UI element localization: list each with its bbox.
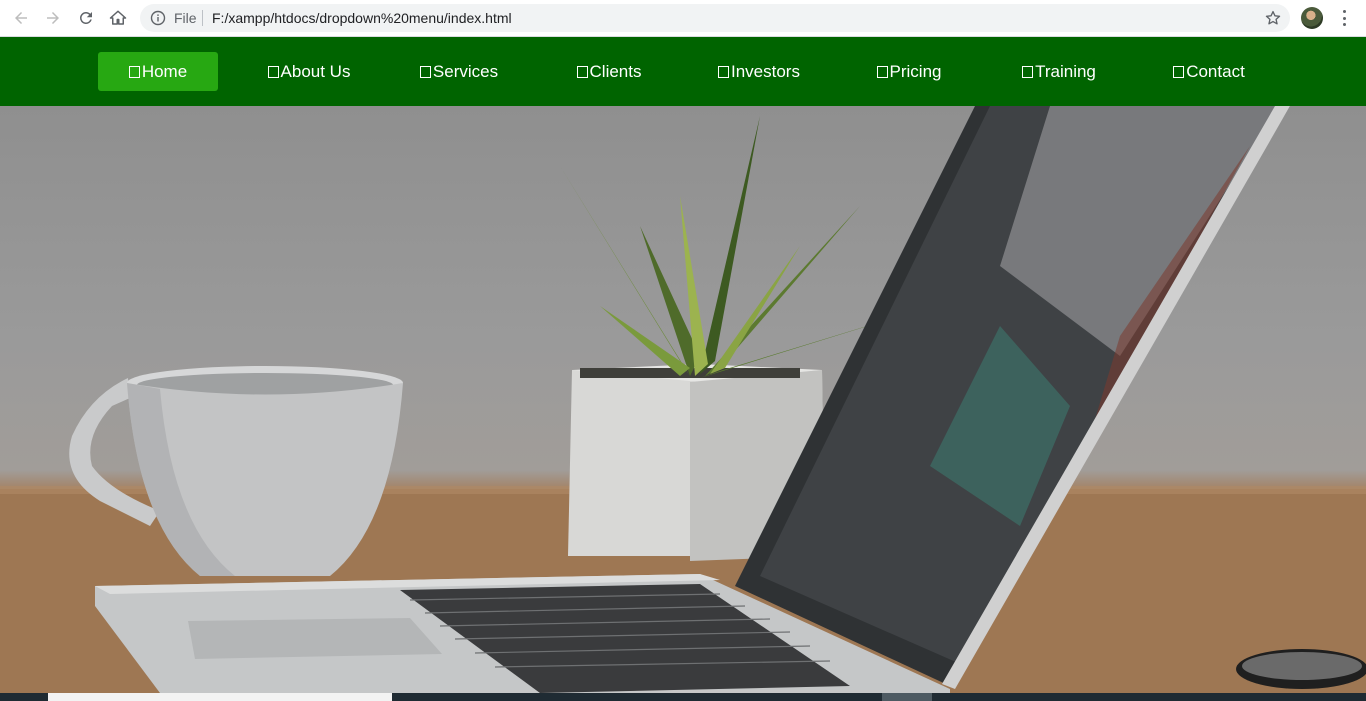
missing-glyph-icon	[876, 65, 888, 78]
nav-label: Services	[432, 61, 499, 81]
profile-avatar[interactable]	[1301, 7, 1323, 29]
nav-item-about-us[interactable]: About Us	[250, 52, 368, 91]
bottom-strip-mid-block	[882, 693, 932, 701]
partial-bottom-section	[0, 693, 1366, 701]
hero-illustration	[0, 106, 1366, 693]
scheme-label: File	[174, 10, 197, 26]
web-page: Home About Us Services Clients Investors…	[0, 37, 1366, 701]
address-bar[interactable]: File F:/xampp/htdocs/dropdown%20menu/ind…	[140, 4, 1290, 32]
reload-button[interactable]	[74, 6, 98, 30]
nav-label: Clients	[589, 61, 642, 81]
info-icon[interactable]	[150, 10, 166, 26]
reload-icon	[79, 11, 92, 24]
missing-glyph-icon	[128, 65, 140, 78]
missing-glyph-icon	[1022, 65, 1034, 78]
missing-glyph-icon	[718, 65, 729, 78]
nav-label: About Us	[280, 61, 351, 81]
home-icon	[109, 10, 127, 25]
nav-item-training[interactable]: Training	[1000, 52, 1118, 91]
star-icon[interactable]	[1264, 9, 1282, 27]
back-button[interactable]	[9, 6, 33, 30]
nav-label: Investors	[731, 61, 800, 81]
hero-image	[0, 106, 1366, 693]
nav-item-pricing[interactable]: Pricing	[850, 52, 968, 91]
missing-glyph-icon	[576, 65, 588, 78]
arrow-left-icon	[15, 12, 27, 24]
browser-toolbar: File F:/xampp/htdocs/dropdown%20menu/ind…	[0, 0, 1366, 37]
url-text[interactable]: F:/xampp/htdocs/dropdown%20menu/index.ht…	[212, 10, 512, 26]
bottom-strip-light-block	[48, 693, 392, 701]
nav-item-investors[interactable]: Investors	[700, 52, 818, 91]
omnibox-divider	[202, 10, 203, 26]
nav-label: Contact	[1186, 61, 1245, 81]
arrow-right-icon	[47, 12, 59, 24]
kebab-icon[interactable]	[1336, 8, 1352, 28]
nav-item-contact[interactable]: Contact	[1150, 52, 1268, 91]
nav-label: Home	[141, 61, 188, 81]
nav-item-services[interactable]: Services	[400, 52, 518, 91]
nav-item-clients[interactable]: Clients	[550, 52, 668, 91]
home-button[interactable]	[106, 6, 130, 30]
missing-glyph-icon	[267, 65, 279, 78]
nav-label: Pricing	[889, 61, 942, 81]
forward-button[interactable]	[41, 6, 65, 30]
nav-item-home[interactable]: Home	[98, 52, 218, 91]
missing-glyph-icon	[1173, 65, 1185, 78]
top-nav-bar: Home About Us Services Clients Investors…	[0, 37, 1366, 106]
nav-label: Training	[1035, 61, 1096, 81]
missing-glyph-icon	[419, 65, 431, 78]
